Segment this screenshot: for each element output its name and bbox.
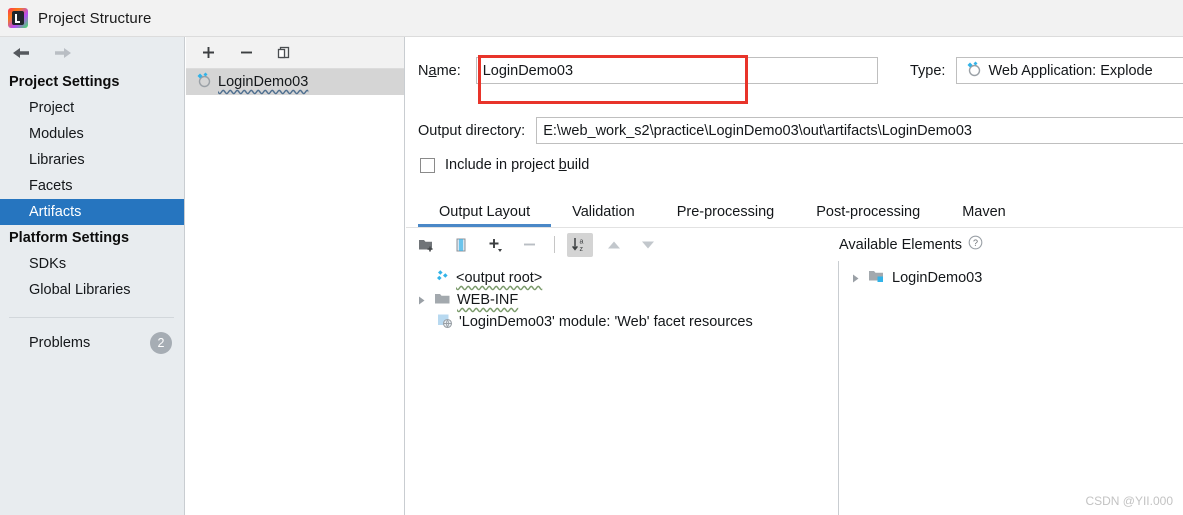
web-facet-icon bbox=[436, 312, 453, 333]
available-elements-label: Available Elements bbox=[839, 236, 963, 253]
svg-text:z: z bbox=[579, 246, 583, 253]
sidebar-item-global-libraries[interactable]: Global Libraries bbox=[0, 277, 184, 303]
name-field-row: Name: LoginDemo03 bbox=[418, 57, 878, 84]
add-archive-button[interactable] bbox=[448, 233, 474, 257]
type-field-label: Type: bbox=[910, 62, 946, 79]
include-in-project-build-checkbox[interactable] bbox=[420, 157, 435, 173]
remove-artifact-button[interactable] bbox=[234, 41, 258, 65]
window-title: Project Structure bbox=[38, 9, 152, 27]
svg-text:a: a bbox=[579, 239, 583, 246]
tree-row[interactable]: WEB-INF bbox=[406, 289, 838, 311]
artifact-list-toolbar bbox=[186, 37, 404, 69]
back-arrow-icon[interactable] bbox=[8, 42, 34, 64]
watermark: CSDN @YII.000 bbox=[1085, 494, 1173, 508]
sidebar-item-project[interactable]: Project bbox=[0, 95, 184, 121]
tab-output-layout[interactable]: Output Layout bbox=[418, 204, 552, 227]
artifact-icon bbox=[434, 268, 450, 288]
tree-row-label: <output root> bbox=[456, 270, 543, 286]
output-directory-row: Output directory: E:\web_work_s2\practic… bbox=[418, 117, 1183, 144]
add-element-button[interactable] bbox=[482, 233, 508, 257]
add-directory-button[interactable] bbox=[414, 233, 440, 257]
available-elements-tree: LoginDemo03 bbox=[839, 261, 1183, 515]
navigation-arrows bbox=[0, 37, 184, 69]
include-in-project-build-row[interactable]: Include in project build bbox=[420, 157, 589, 173]
sidebar-item-modules[interactable]: Modules bbox=[0, 121, 184, 147]
sidebar-item-problems[interactable]: Problems 2 bbox=[0, 330, 184, 356]
artifact-type-icon bbox=[964, 60, 981, 81]
intellij-idea-logo-icon bbox=[8, 8, 28, 28]
copy-artifact-button[interactable] bbox=[272, 41, 296, 65]
type-field-row: Type: Web Application: Explode bbox=[910, 57, 1183, 84]
available-elements-header: Available Elements ? bbox=[839, 228, 983, 261]
problems-label: Problems bbox=[29, 335, 91, 351]
output-layout-tree: <output root> WEB-INF 'LoginDemo03' modu… bbox=[406, 261, 838, 515]
output-layout-toolbar: a z bbox=[406, 228, 1183, 261]
add-artifact-button[interactable] bbox=[196, 41, 220, 65]
platform-settings-group-title: Platform Settings bbox=[9, 230, 130, 246]
tree-row[interactable]: 'LoginDemo03' module: 'Web' facet resour… bbox=[406, 311, 838, 333]
project-structure-dialog: Project Structure Project Settings Proje… bbox=[0, 0, 1183, 515]
move-down-button bbox=[635, 233, 661, 257]
type-combobox-value: Web Application: Explode bbox=[988, 62, 1153, 79]
toolbar-separator bbox=[554, 236, 555, 253]
tab-post-processing[interactable]: Post-processing bbox=[795, 204, 941, 227]
tree-row-label: WEB-INF bbox=[457, 292, 519, 308]
forward-arrow-icon bbox=[50, 42, 76, 64]
tree-row[interactable]: LoginDemo03 bbox=[839, 267, 1183, 289]
artifact-detail-panel: Name: LoginDemo03 Type: Web Application:… bbox=[406, 37, 1183, 515]
settings-sidebar: Project Settings Project Modules Librari… bbox=[0, 37, 185, 515]
artifact-list-item-label: LoginDemo03 bbox=[218, 74, 309, 90]
include-in-project-build-label: Include in project build bbox=[445, 157, 590, 173]
sidebar-item-libraries[interactable]: Libraries bbox=[0, 147, 184, 173]
tab-validation[interactable]: Validation bbox=[551, 204, 656, 227]
type-combobox[interactable]: Web Application: Explode bbox=[956, 57, 1183, 84]
expand-triangle-icon[interactable] bbox=[414, 295, 428, 306]
svg-text:?: ? bbox=[973, 238, 978, 248]
expand-triangle-icon[interactable] bbox=[848, 273, 862, 284]
tree-row[interactable]: <output root> bbox=[406, 267, 838, 289]
move-up-button bbox=[601, 233, 627, 257]
tab-pre-processing[interactable]: Pre-processing bbox=[656, 204, 796, 227]
tree-row-label: LoginDemo03 bbox=[892, 270, 983, 286]
problems-count-badge: 2 bbox=[150, 332, 172, 354]
detail-tabs: Output Layout Validation Pre-processing … bbox=[418, 195, 1183, 227]
sidebar-divider bbox=[9, 317, 174, 318]
remove-element-button bbox=[516, 233, 542, 257]
name-input[interactable]: LoginDemo03 bbox=[475, 57, 878, 84]
output-directory-input[interactable]: E:\web_work_s2\practice\LoginDemo03\out\… bbox=[536, 117, 1183, 144]
name-field-label: Name: bbox=[418, 62, 461, 79]
sidebar-item-facets[interactable]: Facets bbox=[0, 173, 184, 199]
sidebar-item-artifacts[interactable]: Artifacts bbox=[0, 199, 184, 225]
artifact-icon bbox=[194, 71, 211, 93]
output-directory-label: Output directory: bbox=[418, 122, 526, 139]
artifact-list-item[interactable]: LoginDemo03 bbox=[186, 69, 404, 95]
tree-row-label: 'LoginDemo03' module: 'Web' facet resour… bbox=[459, 314, 753, 330]
module-folder-icon bbox=[868, 268, 886, 288]
title-bar: Project Structure bbox=[0, 0, 1183, 37]
project-settings-group-title: Project Settings bbox=[9, 74, 120, 90]
folder-icon bbox=[434, 291, 451, 310]
sort-az-button[interactable]: a z bbox=[567, 232, 593, 257]
help-question-icon[interactable]: ? bbox=[968, 235, 983, 255]
artifact-list-panel: LoginDemo03 bbox=[186, 37, 405, 515]
tab-maven[interactable]: Maven bbox=[941, 204, 1027, 227]
sidebar-item-sdks[interactable]: SDKs bbox=[0, 251, 184, 277]
